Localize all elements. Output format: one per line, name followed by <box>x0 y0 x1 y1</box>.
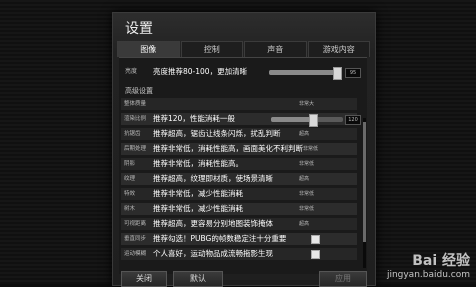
brightness-value[interactable]: 95 <box>345 68 361 78</box>
setting-label: 渲染比例 <box>124 116 147 122</box>
setting-value[interactable]: 超高 <box>299 128 309 140</box>
setting-note: 个人喜好，运动物品成流畅拖影生现 <box>153 249 273 258</box>
brightness-slider[interactable] <box>269 67 343 80</box>
setting-note: 推荐非常低，消耗性能高，画面美化不利判断 <box>153 144 303 153</box>
setting-value[interactable]: 超高 <box>299 173 309 185</box>
vsync-checkbox[interactable] <box>311 235 320 244</box>
setting-effects[interactable]: 特效 推荐非常低，减少性能消耗 非常低 <box>121 188 357 201</box>
settings-dialog: 设置 图像 控制 声音 游戏内容 亮度 亮度推荐80-100，更加清晰 95 高… <box>112 12 376 287</box>
scrollbar-thumb[interactable] <box>363 122 366 242</box>
setting-vsync[interactable]: 垂直同步 推荐勾选！PUBG的帧数稳定注十分重要 <box>121 233 357 246</box>
setting-note: 推荐非常低，消耗性能高。 <box>153 159 243 168</box>
setting-note: 推荐超高，锯齿让线条闪烁，扰乱判断 <box>153 129 281 138</box>
close-button[interactable]: 关闭 <box>121 271 167 287</box>
setting-label: 树木 <box>124 206 136 212</box>
setting-foliage[interactable]: 树木 推荐非常低，减少性能消耗 非常低 <box>121 203 357 216</box>
settings-scrollbar[interactable] <box>363 118 366 268</box>
setting-label: 垂直同步 <box>124 236 147 242</box>
setting-note: 推荐勾选！PUBG的帧数稳定注十分重要 <box>153 234 287 243</box>
brightness-note: 亮度推荐80-100，更加清晰 <box>153 67 248 76</box>
setting-label: 可视距离 <box>124 221 147 227</box>
motion-blur-checkbox[interactable] <box>311 250 320 259</box>
render-scale-slider-fill <box>271 117 315 122</box>
setting-label: 抗锯齿 <box>124 131 141 137</box>
render-scale-slider[interactable] <box>271 114 343 127</box>
setting-value[interactable]: 非常大 <box>299 98 314 110</box>
setting-view-distance[interactable]: 可视距离 推荐超高，更容易分别地图装饰掩体 超高 <box>121 218 357 231</box>
brightness-label: 亮度 <box>125 68 138 75</box>
default-button[interactable]: 默认 <box>173 271 223 287</box>
brightness-row: 亮度 亮度推荐80-100，更加清晰 95 <box>119 66 361 80</box>
brightness-slider-fill <box>269 70 338 75</box>
setting-label: 整体质量 <box>124 101 147 107</box>
setting-note: 推荐超高，纹理即材质，使场景清晰 <box>153 174 273 183</box>
render-scale-slider-thumb[interactable] <box>309 114 318 127</box>
tab-graphics[interactable]: 图像 <box>117 41 180 57</box>
setting-value[interactable]: 非常低 <box>299 158 314 170</box>
tab-controls[interactable]: 控制 <box>180 41 243 57</box>
setting-anti-aliasing[interactable]: 抗锯齿 推荐超高，锯齿让线条闪烁，扰乱判断 超高 <box>121 128 357 141</box>
render-scale-value[interactable]: 120 <box>345 115 361 125</box>
dialog-title: 设置 <box>125 21 153 37</box>
brightness-slider-thumb[interactable] <box>333 67 343 80</box>
setting-shadows[interactable]: 阴影 推荐非常低，消耗性能高。 非常低 <box>121 158 357 171</box>
setting-note: 推荐120，性能消耗一般 <box>153 114 235 123</box>
tab-bar: 图像 控制 声音 游戏内容 <box>117 41 371 57</box>
setting-label: 特效 <box>124 191 136 197</box>
setting-label: 阴影 <box>124 161 136 167</box>
apply-button[interactable]: 应用 <box>319 271 367 287</box>
setting-render-scale[interactable]: 渲染比例 推荐120，性能消耗一般 120 <box>121 113 361 127</box>
setting-note: 推荐非常低，减少性能消耗 <box>153 204 243 213</box>
settings-panel: 亮度 亮度推荐80-100，更加清晰 95 高级设置 整体质量 非常大 渲染比例… <box>119 57 367 274</box>
watermark-brand: Bai 经验 <box>412 253 470 269</box>
tab-sound[interactable]: 声音 <box>244 41 307 57</box>
setting-value[interactable]: 非常低 <box>299 203 314 215</box>
setting-value[interactable]: 超高 <box>299 218 309 230</box>
setting-overall-quality[interactable]: 整体质量 非常大 <box>121 98 357 111</box>
tab-gameplay[interactable]: 游戏内容 <box>307 41 370 57</box>
advanced-section-title: 高级设置 <box>125 87 153 95</box>
setting-label: 纹理 <box>124 176 136 182</box>
setting-motion-blur[interactable]: 运动模糊 个人喜好，运动物品成流畅拖影生现 <box>121 248 357 261</box>
setting-value[interactable]: 非常低 <box>303 143 318 155</box>
setting-value[interactable]: 非常低 <box>299 188 314 200</box>
setting-label: 运动模糊 <box>124 251 147 257</box>
watermark-url: jingyan.baidu.com <box>386 270 470 280</box>
setting-post-processing[interactable]: 后期处理 推荐非常低，消耗性能高，画面美化不利判断 非常低 <box>121 143 357 156</box>
setting-note: 推荐非常低，减少性能消耗 <box>153 189 243 198</box>
setting-textures[interactable]: 纹理 推荐超高，纹理即材质，使场景清晰 超高 <box>121 173 357 186</box>
setting-label: 后期处理 <box>124 146 147 152</box>
watermark: Bai 经验 jingyan.baidu.com <box>387 250 470 280</box>
setting-note: 推荐超高，更容易分别地图装饰掩体 <box>153 219 273 228</box>
